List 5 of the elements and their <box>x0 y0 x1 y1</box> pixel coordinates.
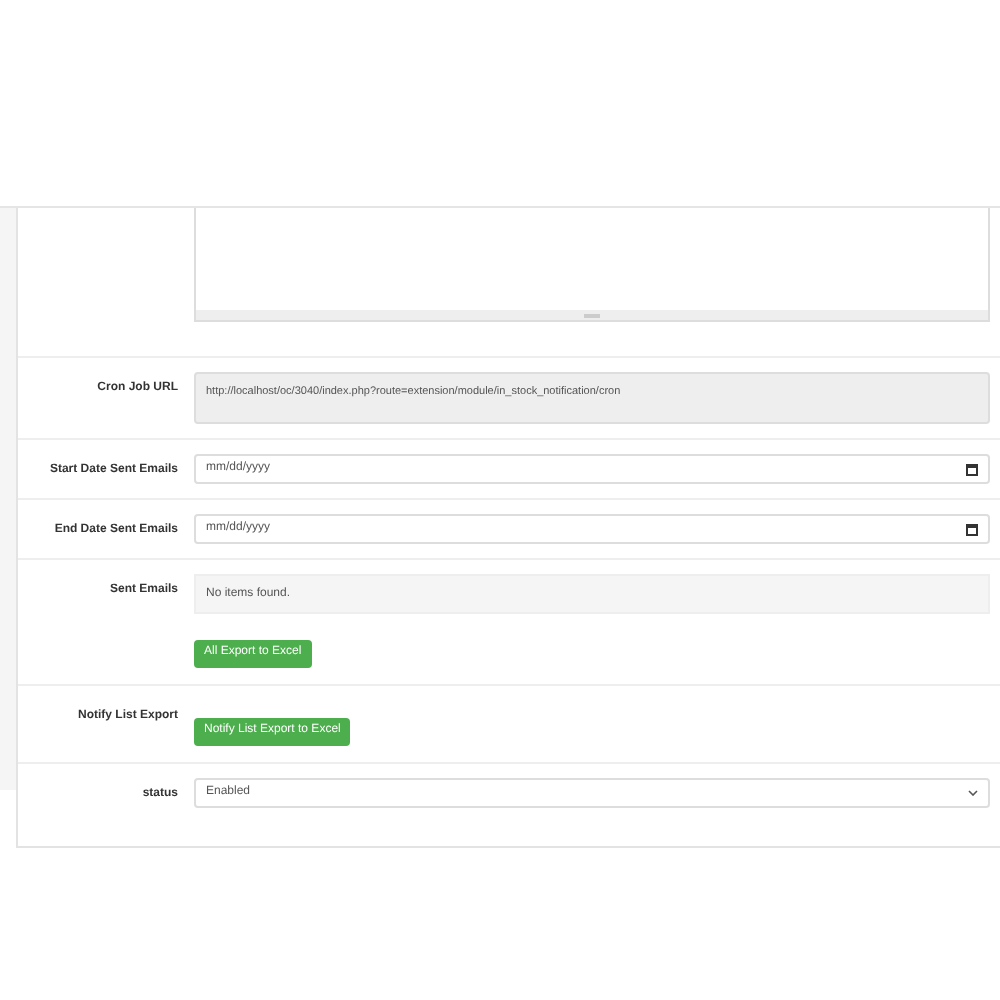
calendar-icon <box>966 463 978 475</box>
text-area[interactable] <box>194 208 990 322</box>
resize-handle-icon <box>584 313 600 317</box>
calendar-icon <box>966 523 978 535</box>
chevron-down-icon <box>968 790 978 796</box>
